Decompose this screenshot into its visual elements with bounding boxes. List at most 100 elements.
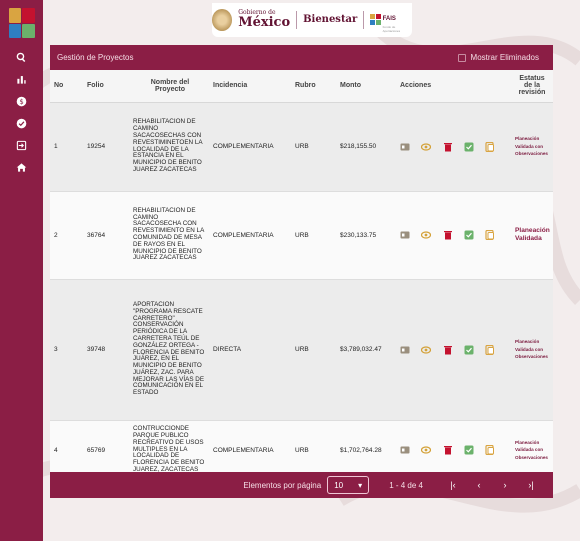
cell-incidencia: COMPLEMENTARIA bbox=[209, 420, 291, 481]
login-icon bbox=[16, 140, 27, 150]
column-header-monto[interactable]: Monto bbox=[336, 70, 396, 103]
brand-banner: Gobierno de México Bienestar FAIS Fondo … bbox=[211, 2, 412, 37]
dropdown-arrow-icon: ▾ bbox=[358, 480, 363, 490]
sidebar-charts-button[interactable] bbox=[0, 68, 43, 90]
table-row[interactable]: 4 65769 CONTRUCCIONDE PARQUE PUBLICO REC… bbox=[50, 420, 553, 481]
eye-icon bbox=[421, 345, 432, 354]
document-button[interactable] bbox=[485, 141, 495, 152]
page-range-label: 1 - 4 de 4 bbox=[389, 480, 423, 490]
delete-button[interactable] bbox=[443, 445, 453, 455]
sidebar-money-button[interactable]: $ bbox=[0, 90, 43, 112]
cell-folio: 65769 bbox=[83, 420, 131, 481]
status-text: Planeación Validada con Observaciones bbox=[515, 439, 548, 460]
info-button[interactable] bbox=[400, 142, 410, 152]
cell-no: 3 bbox=[50, 279, 83, 421]
status-text: Planeación Validada con Observaciones bbox=[515, 339, 548, 360]
view-button[interactable] bbox=[421, 445, 432, 455]
column-header-folio[interactable]: Folio bbox=[83, 70, 131, 103]
cell-no: 2 bbox=[50, 191, 83, 280]
toolbar: Gestión de Proyectos Mostrar Eliminados bbox=[50, 45, 553, 70]
column-header-acciones: Acciones bbox=[396, 70, 511, 103]
document-icon bbox=[485, 230, 494, 240]
next-page-button[interactable]: › bbox=[495, 480, 515, 490]
search-icon bbox=[16, 52, 26, 62]
cell-acciones bbox=[396, 102, 511, 192]
validate-button[interactable] bbox=[464, 230, 474, 240]
cell-nombre: CONTRUCCIONDE PARQUE PUBLICO RECREATIVO … bbox=[131, 420, 209, 481]
column-header-rubro[interactable]: Rubro bbox=[291, 70, 336, 103]
eye-icon bbox=[421, 446, 432, 454]
column-header-incidencia[interactable]: Incidencia bbox=[209, 70, 291, 103]
cell-monto: $218,155.50 bbox=[336, 102, 396, 192]
delete-button[interactable] bbox=[443, 345, 453, 355]
column-header-estatus[interactable]: Estatus de la revisión bbox=[511, 70, 553, 103]
bienestar-logo-text: Bienestar bbox=[303, 14, 358, 25]
cell-rubro: URB bbox=[291, 191, 336, 280]
trash-icon bbox=[443, 142, 452, 151]
validate-button[interactable] bbox=[464, 445, 474, 455]
show-deleted-toggle[interactable]: Mostrar Eliminados bbox=[457, 53, 539, 62]
info-button[interactable] bbox=[400, 345, 410, 355]
dollar-circle-icon: $ bbox=[16, 96, 27, 106]
first-page-button[interactable]: |‹ bbox=[443, 480, 463, 490]
previous-page-button[interactable]: ‹ bbox=[469, 480, 489, 490]
check-box-icon bbox=[464, 445, 474, 455]
view-button[interactable] bbox=[421, 345, 432, 355]
document-button[interactable] bbox=[485, 344, 495, 355]
fais-logo: FAIS Fondo de Aportaciones bbox=[370, 7, 411, 33]
validate-button[interactable] bbox=[464, 345, 474, 355]
check-circle-icon bbox=[16, 118, 27, 128]
table-header-row: No Folio Nombre del Proyecto Incidencia … bbox=[50, 70, 553, 103]
sidebar-search-button[interactable] bbox=[0, 46, 43, 68]
cell-folio: 39748 bbox=[83, 279, 131, 421]
cell-estatus: Planeación Validada con Observaciones bbox=[511, 102, 553, 192]
cell-no: 4 bbox=[50, 420, 83, 481]
status-text: Planeación Validada con Observaciones bbox=[515, 136, 548, 157]
id-card-icon bbox=[400, 346, 410, 353]
last-page-button[interactable]: ›| bbox=[521, 480, 541, 490]
cell-folio: 19254 bbox=[83, 102, 131, 192]
delete-button[interactable] bbox=[443, 230, 453, 240]
cell-rubro: URB bbox=[291, 279, 336, 421]
table-row[interactable]: 3 39748 APORTACION "PROGRAMA RESCATE CAR… bbox=[50, 279, 553, 421]
document-icon bbox=[485, 445, 494, 455]
delete-button[interactable] bbox=[443, 142, 453, 152]
show-deleted-label: Mostrar Eliminados bbox=[470, 53, 539, 62]
view-button[interactable] bbox=[421, 230, 432, 240]
svg-text:$: $ bbox=[19, 97, 23, 105]
document-icon bbox=[485, 141, 494, 152]
page-size-select[interactable]: 10 ▾ bbox=[327, 476, 370, 494]
page-size-value: 10 bbox=[334, 480, 344, 490]
table-row[interactable]: 2 36764 REHABILITACION DE CAMINO SACACOS… bbox=[50, 191, 553, 280]
status-text: Planeación Validada bbox=[515, 226, 550, 242]
cell-incidencia: COMPLEMENTARIA bbox=[209, 102, 291, 192]
view-button[interactable] bbox=[421, 142, 432, 152]
paginator: Elementos por página 10 ▾ 1 - 4 de 4 |‹ … bbox=[50, 472, 553, 498]
info-button[interactable] bbox=[400, 230, 410, 240]
fais-subtext: Fondo de Aportaciones bbox=[382, 24, 401, 33]
show-deleted-checkbox[interactable] bbox=[457, 53, 466, 62]
document-button[interactable] bbox=[485, 230, 495, 240]
cell-estatus: Planeación Validada con Observaciones bbox=[511, 420, 553, 481]
brand-divider bbox=[363, 10, 365, 29]
cell-monto: $3,789,032.47 bbox=[336, 279, 396, 421]
brand-divider bbox=[296, 10, 298, 29]
table-row[interactable]: 1 19254 REHABILITACION DE CAMINO SACACOS… bbox=[50, 102, 553, 192]
sidebar-login-button[interactable] bbox=[0, 134, 43, 156]
check-box-icon bbox=[464, 345, 474, 354]
sidebar-check-button[interactable] bbox=[0, 112, 43, 134]
check-box-icon bbox=[464, 230, 474, 240]
info-button[interactable] bbox=[400, 445, 410, 455]
cell-monto: $230,133.75 bbox=[336, 191, 396, 280]
cell-nombre: APORTACION "PROGRAMA RESCATE CARRETERO" … bbox=[131, 279, 209, 421]
projects-table: No Folio Nombre del Proyecto Incidencia … bbox=[50, 70, 553, 481]
document-icon bbox=[485, 344, 494, 355]
column-header-nombre[interactable]: Nombre del Proyecto bbox=[131, 70, 209, 103]
fais-grid-icon bbox=[370, 14, 381, 25]
cell-incidencia: COMPLEMENTARIA bbox=[209, 191, 291, 280]
column-header-no[interactable]: No bbox=[50, 70, 83, 103]
document-button[interactable] bbox=[485, 445, 495, 455]
id-card-icon bbox=[400, 446, 410, 454]
sidebar-home-button[interactable] bbox=[0, 156, 43, 178]
validate-button[interactable] bbox=[464, 142, 474, 152]
